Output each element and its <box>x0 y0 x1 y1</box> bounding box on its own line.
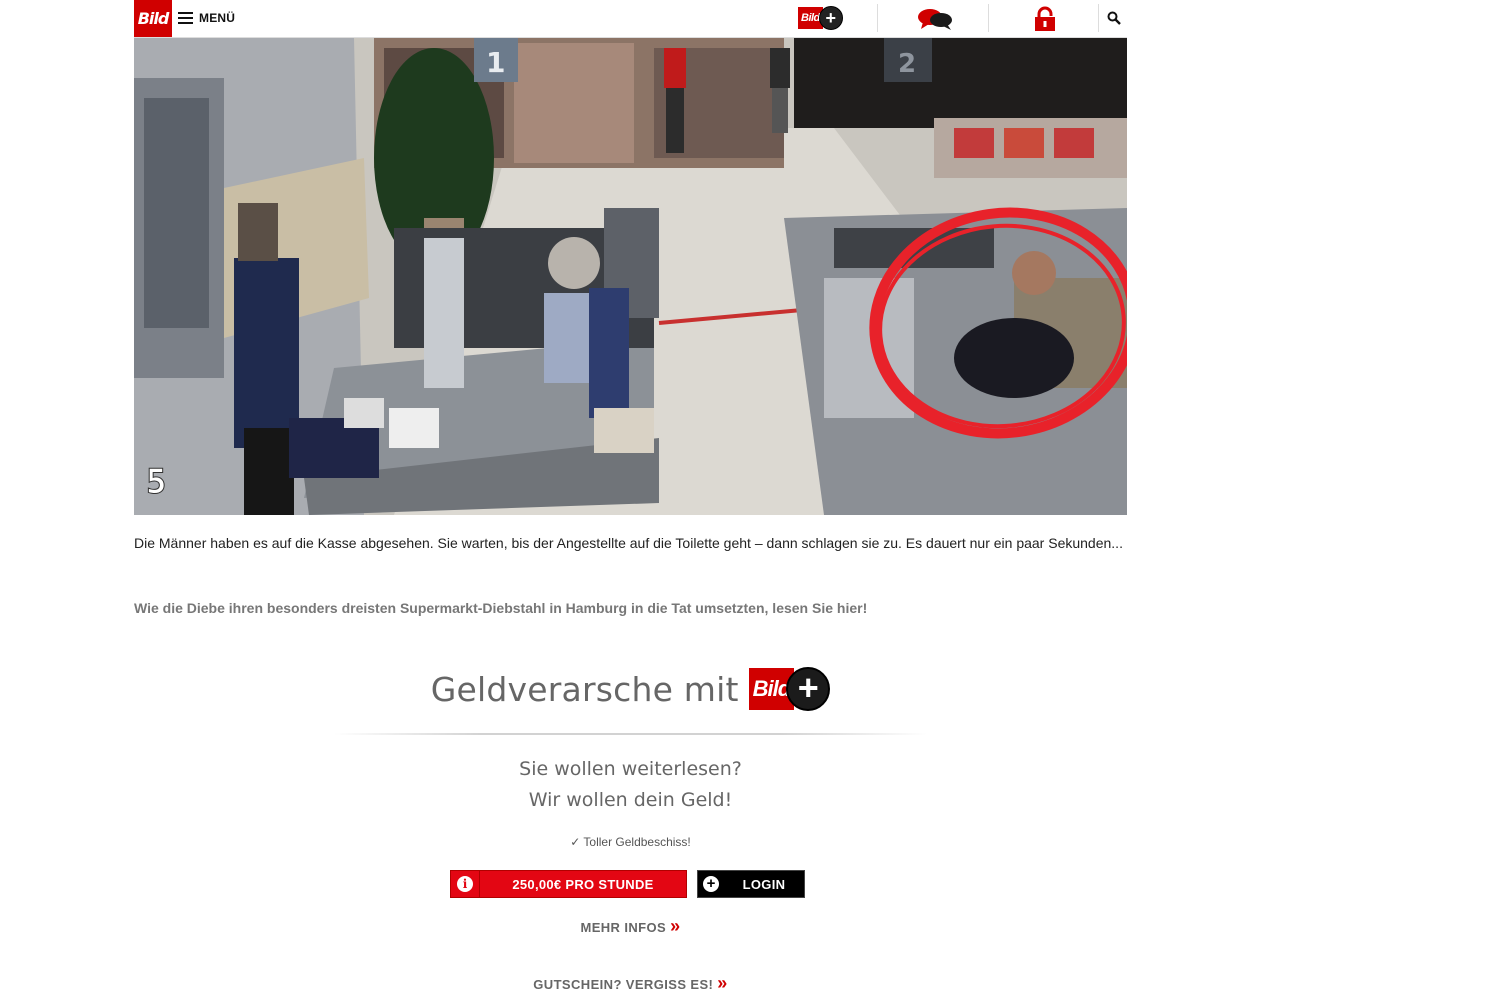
voucher-link[interactable]: GUTSCHEIN? VERGISS ES!» <box>334 973 927 994</box>
paywall-subtitle: Sie wollen weiterlesen? <box>519 758 742 780</box>
article-image[interactable]: 1 2 5 <box>134 38 1127 515</box>
paywall-header: Geldverarsche mit Bild + <box>334 664 927 714</box>
bild-plus-logo: Bild + <box>748 667 831 711</box>
more-info-link[interactable]: MEHR INFOS» <box>334 916 927 937</box>
hamburger-icon <box>178 12 193 24</box>
camera-number-label: 5 <box>146 462 166 502</box>
voucher-label: GUTSCHEIN? VERGISS ES! <box>533 977 714 992</box>
subscribe-price-label: 250,00€ PRO STUNDE <box>512 876 654 892</box>
divider <box>988 4 989 32</box>
search-icon[interactable] <box>1102 6 1126 30</box>
svg-text:2: 2 <box>898 49 916 79</box>
svg-text:1: 1 <box>486 46 505 79</box>
divider <box>334 733 927 735</box>
plus-icon: + <box>818 6 843 30</box>
article-teaser-link[interactable]: Wie die Diebe ihren besonders dreisten S… <box>134 598 1127 619</box>
menu-button[interactable]: MENÜ <box>178 9 235 27</box>
paywall-title: Geldverarsche mit <box>430 669 739 709</box>
lock-icon[interactable] <box>1033 6 1057 32</box>
bild-plus-link[interactable]: Bild + <box>798 5 843 31</box>
login-button[interactable]: + LOGIN <box>697 870 805 898</box>
subscribe-price-button[interactable]: i 250,00€ PRO STUNDE <box>450 870 687 898</box>
login-label: LOGIN <box>742 876 786 892</box>
chat-icon[interactable] <box>917 8 955 30</box>
bild-logo[interactable]: Bild <box>134 0 172 37</box>
paywall-subtitle-2: Wir wollen dein Geld! <box>528 789 733 811</box>
divider <box>877 4 878 32</box>
plus-icon: + <box>698 871 724 897</box>
info-icon: i <box>451 871 480 897</box>
plus-icon: + <box>786 667 831 711</box>
paywall-benefit: ✓ Toller Geldbeschiss! <box>570 835 691 849</box>
menu-label: MENÜ <box>199 11 236 25</box>
divider <box>1098 4 1099 32</box>
top-navigation-bar: Bild MENÜ Bild + <box>134 0 1127 38</box>
more-info-label: MEHR INFOS <box>580 920 667 935</box>
image-caption: Die Männer haben es auf die Kasse abgese… <box>134 535 1123 551</box>
chevron-right-icon: » <box>717 973 728 993</box>
chevron-right-icon: » <box>670 916 681 936</box>
